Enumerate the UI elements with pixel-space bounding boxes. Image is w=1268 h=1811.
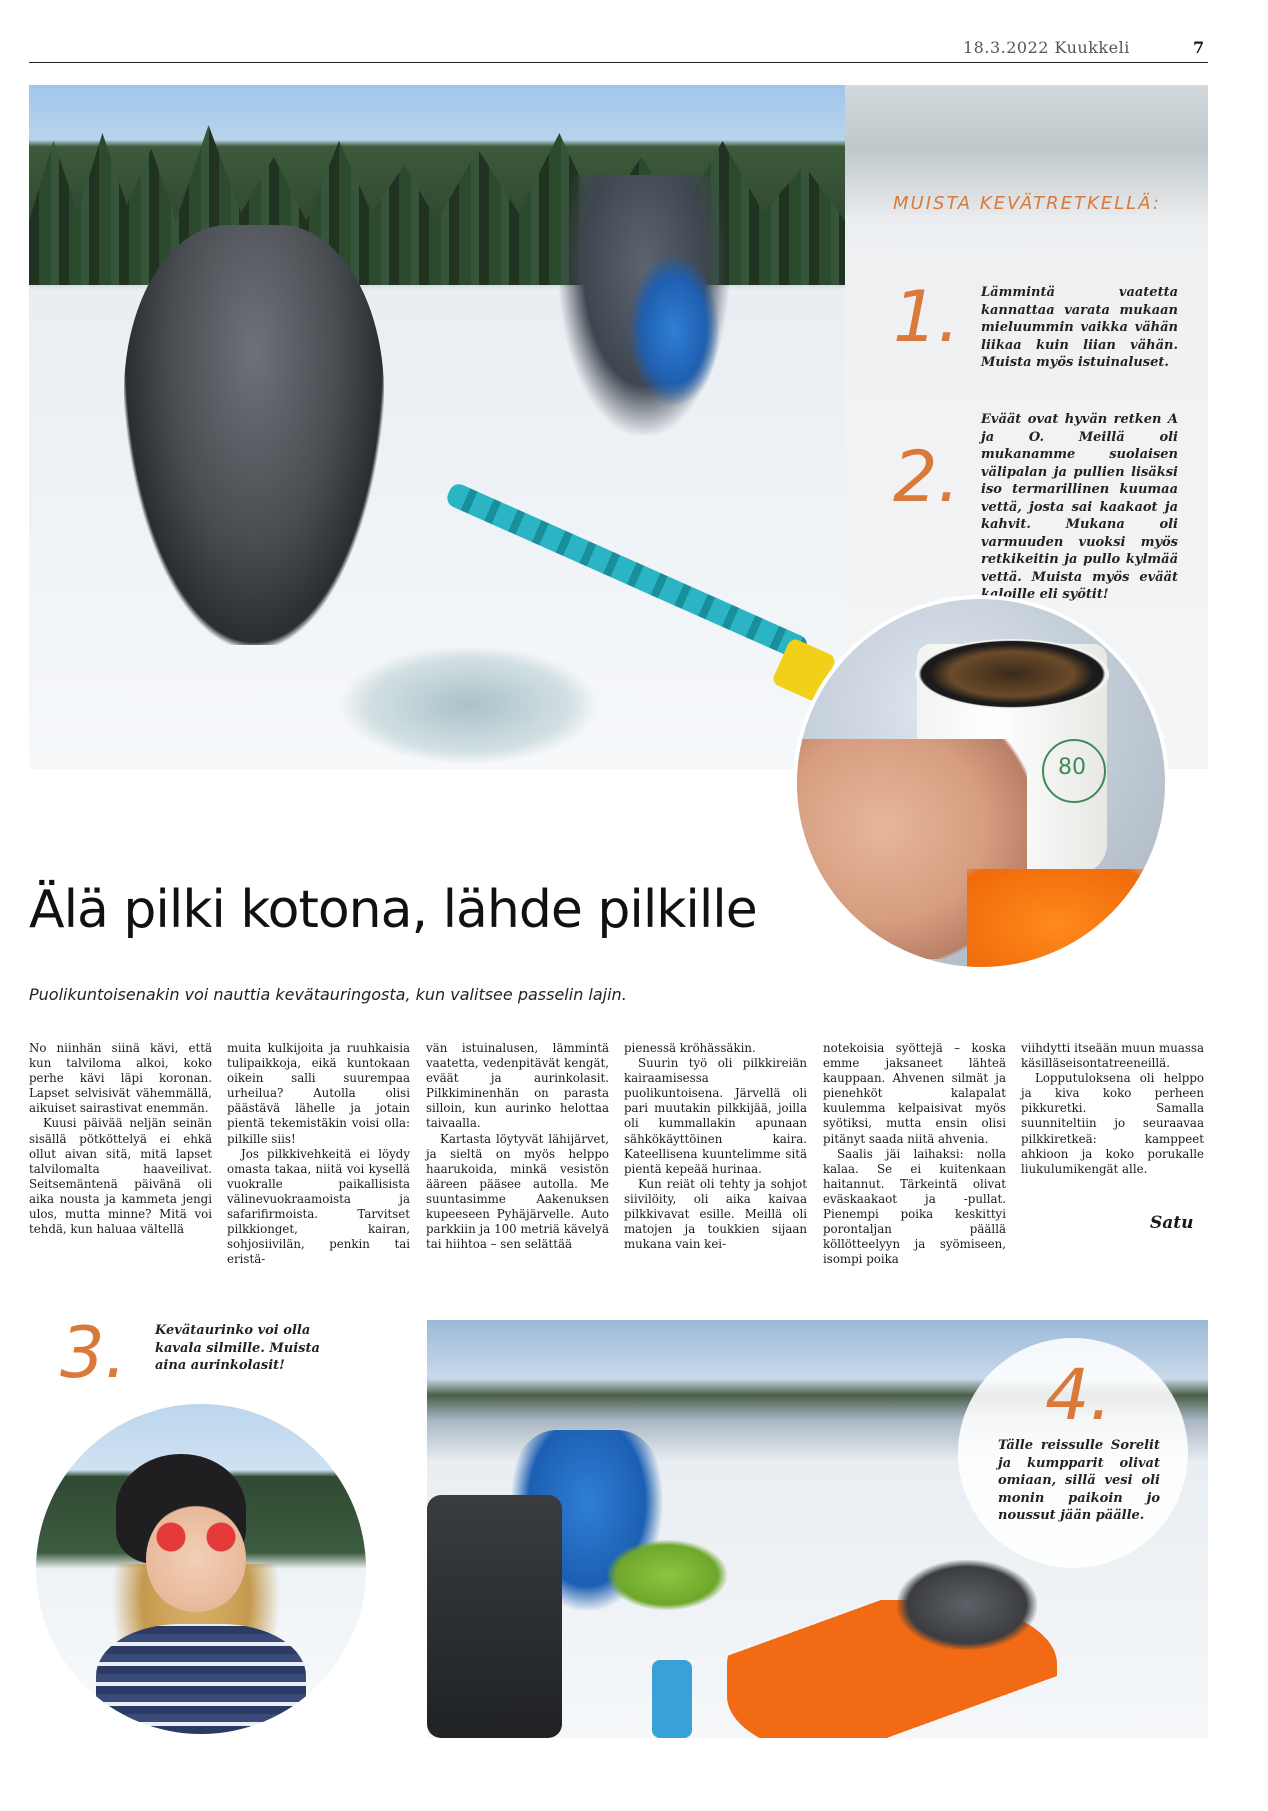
tip-number-3: 3. [60,1312,127,1394]
article-column-5: notekoisia syöttejä – koska emme jaksane… [823,1041,1006,1267]
child-in-blue-jacket [629,255,719,405]
ice-hole [339,645,599,765]
article-headline: Älä pilki kotona, lähde pilkille [29,880,758,940]
paragraph: notekoisia syöttejä – koska emme jaksane… [823,1041,1006,1146]
seated-angler [124,225,384,645]
green-snowpants [607,1540,727,1610]
tip-number-2: 2. [893,436,960,518]
winter-boots [897,1560,1037,1650]
paragraph: viihdytti itseään muun muassa käsilläsei… [1021,1041,1204,1071]
tip-text-1: Lämmintä vaatetta kannattaa varata mukaa… [981,285,1178,370]
tip-text-3: Kevätaurinko voi olla kavala silmille. M… [155,1323,320,1373]
paragraph: vän istuinalusen, lämmintä vaatetta, ved… [426,1041,609,1131]
ice-fishing-photo [29,85,845,769]
knit-sweater [96,1624,306,1734]
mug-rim [915,639,1109,709]
mug-logo-number: 80 [1058,755,1086,780]
paragraph: pienessä kröhässäkin. [624,1041,756,1055]
ice-auger [444,481,811,662]
author-signature: Satu [1150,1213,1194,1233]
article-column-4: pienessä kröhässäkin. Suurin työ oli pil… [624,1041,807,1252]
paragraph: Jos pilkkivehkeitä ei löydy omasta takaa… [227,1146,410,1267]
paragraph: No niinhän siinä kävi, että kun talvilom… [29,1041,212,1116]
header-divider [29,62,1208,63]
article-lead: Puolikuntoisenakin voi nauttia kevätauri… [29,985,627,1004]
tip-number-1: 1. [893,276,960,358]
article-column-2: muita kulkijoita ja ruuhkaisia tulipaikk… [227,1041,410,1267]
water-bottle [652,1660,692,1738]
mug-logo: 80 [1042,739,1106,803]
tip-number-4: 4. [1045,1354,1112,1436]
tip-text-2: Eväät ovat hyvän retken A ja O. Meillä o… [981,412,1178,602]
paragraph: Kuusi päivää neljän seinän sisällä pötkö… [29,1116,212,1237]
article-column-6: viihdytti itseään muun muassa käsilläsei… [1021,1041,1204,1177]
article-column-1: No niinhän siinä kävi, että kun talvilom… [29,1041,212,1237]
page-number: 7 [1193,38,1205,57]
tips-panel-title: MUISTA KEVÄTRETKELLÄ: [893,193,1161,214]
paragraph: Lopputuloksena oli helppo ja kiva koko p… [1021,1071,1204,1176]
paragraph: Kartasta löytyvät lähijärvet, ja sieltä … [426,1131,609,1252]
girl-sunglasses-photo [36,1404,366,1734]
paragraph: Saalis jäi laihaksi: nolla kalaa. Se ei … [823,1146,1006,1267]
red-sunglasses [146,1522,246,1552]
paragraph: Suurin työ oli pilkkireiän kairaamisessa… [624,1056,807,1176]
face [146,1504,246,1614]
paragraph: muita kulkijoita ja ruuhkaisia tulipaikk… [227,1041,410,1146]
paragraph: Kun reiät oli tehty ja sohjot siivilöity… [624,1176,807,1252]
article-column-3: vän istuinalusen, lämmintä vaatetta, ved… [426,1041,609,1252]
orange-sleeve [967,869,1165,967]
tip-text-4: Tälle reissulle Sorelit ja kumpparit oli… [998,1438,1160,1523]
backpack [427,1495,562,1738]
coffee-mug-photo: 80 [793,595,1169,971]
issue-date-publication: 18.3.2022 Kuukkeli [963,38,1130,57]
